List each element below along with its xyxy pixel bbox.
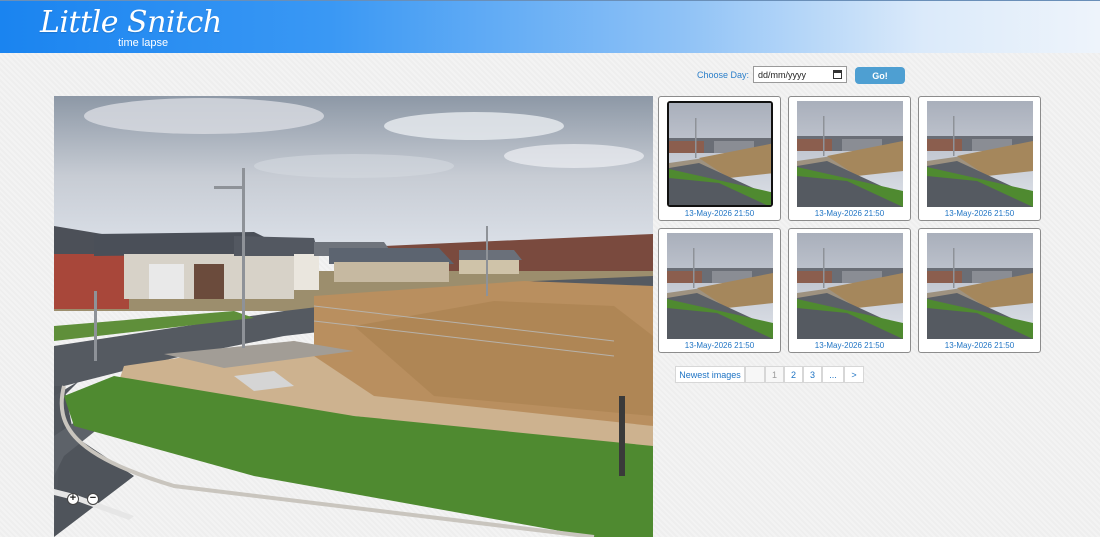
calendar-icon[interactable] [833, 70, 842, 79]
thumbnail-caption[interactable]: 13-May-2026 21:50 [919, 341, 1040, 350]
thumbnail-4[interactable]: 13-May-2026 21:50 [658, 228, 781, 353]
thumbnail-2[interactable]: 13-May-2026 21:50 [788, 96, 911, 221]
newest-images-link[interactable]: Newest images [675, 366, 745, 383]
zoom-out-button[interactable]: − [87, 493, 99, 505]
page-2[interactable]: 2 [784, 366, 803, 383]
main-photo-viewer[interactable]: + − [54, 96, 653, 537]
page-3[interactable]: 3 [803, 366, 822, 383]
thumbnail-caption[interactable]: 13-May-2026 21:50 [919, 209, 1040, 218]
thumbnail-image [667, 101, 773, 207]
thumbnail-image [797, 101, 903, 207]
logo-title[interactable]: Little Snitch [40, 5, 222, 40]
thumbnail-image [927, 101, 1033, 207]
thumbnail-3[interactable]: 13-May-2026 21:50 [918, 96, 1041, 221]
main-photo [54, 96, 653, 537]
thumbnail-6[interactable]: 13-May-2026 21:50 [918, 228, 1041, 353]
thumbnail-image [927, 233, 1033, 339]
thumbnail-image [667, 233, 773, 339]
date-input[interactable]: dd/mm/yyyy [753, 66, 847, 83]
thumbnail-caption[interactable]: 13-May-2026 21:50 [789, 341, 910, 350]
thumbnail-image [797, 233, 903, 339]
thumbnail-caption[interactable]: 13-May-2026 21:50 [659, 341, 780, 350]
zoom-in-button[interactable]: + [67, 493, 79, 505]
page-ellipsis[interactable]: ... [822, 366, 844, 383]
logo-subtitle: time lapse [118, 37, 169, 49]
thumbnail-caption[interactable]: 13-May-2026 21:50 [659, 209, 780, 218]
header-banner: Little Snitch time lapse [0, 0, 1100, 53]
page-next[interactable]: > [844, 366, 864, 383]
page-1: 1 [765, 366, 784, 383]
page-prev-placeholder [745, 366, 765, 383]
date-placeholder: dd/mm/yyyy [758, 69, 807, 80]
choose-day-label: Choose Day: [697, 70, 750, 80]
go-button[interactable]: Go! [855, 67, 905, 84]
thumbnail-caption[interactable]: 13-May-2026 21:50 [789, 209, 910, 218]
thumbnail-5[interactable]: 13-May-2026 21:50 [788, 228, 911, 353]
thumbnail-1[interactable]: 13-May-2026 21:50 [658, 96, 781, 221]
